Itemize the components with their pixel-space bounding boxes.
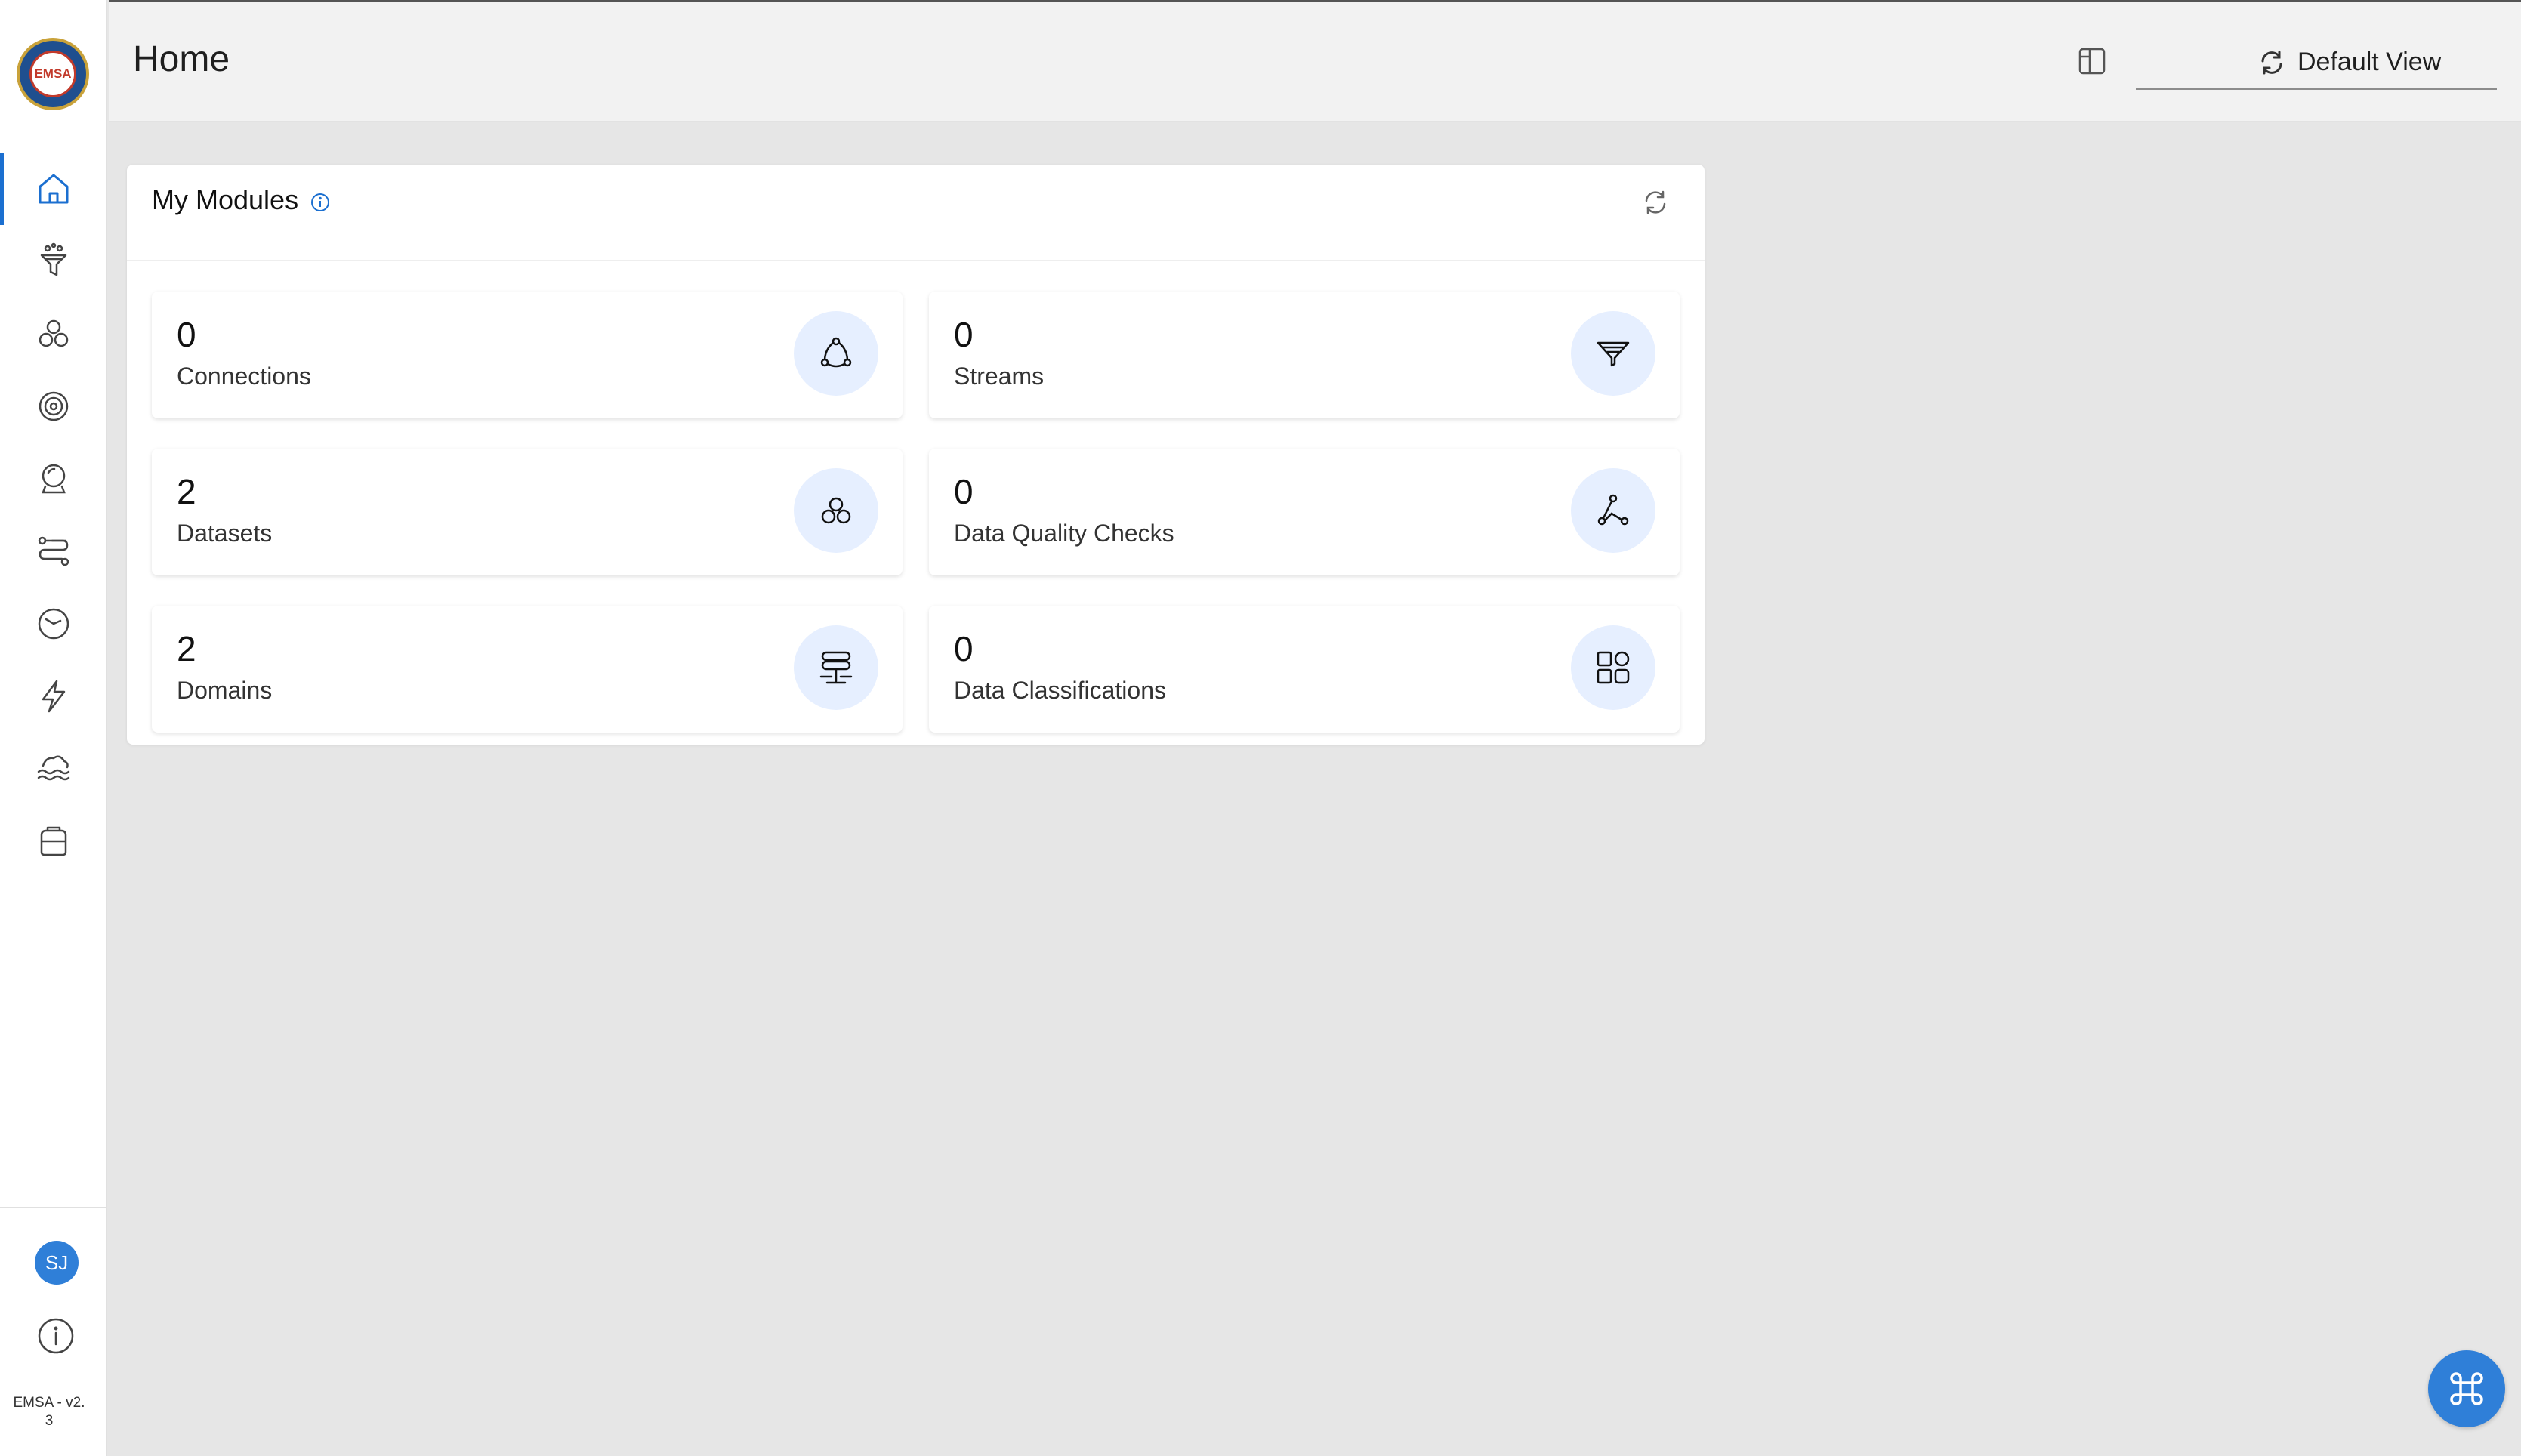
command-palette-button[interactable] <box>2428 1350 2505 1427</box>
card-title: My Modules <box>152 184 299 215</box>
sync-icon <box>2261 51 2282 75</box>
crystal-ball-icon <box>42 464 66 494</box>
user-avatar[interactable]: SJ <box>35 1241 79 1285</box>
sidebar-item-storage[interactable] <box>0 805 107 878</box>
sidebar-divider <box>0 1207 107 1208</box>
tile-icon-badge <box>794 468 878 553</box>
sidebar-item-insights[interactable] <box>0 443 107 515</box>
top-header: Home Default View <box>109 0 2521 122</box>
sidebar-item-home[interactable] <box>0 153 107 225</box>
sidebar: EMSA SJ EMSA - v2. 3 <box>0 0 107 1456</box>
my-modules-card: My Modules 0 Connections 0 Streams 2 Dat… <box>127 165 1705 745</box>
datasets-icon <box>821 497 851 524</box>
sidebar-item-events[interactable] <box>0 660 107 733</box>
view-select-value: Default View <box>2297 48 2442 76</box>
layout-panel-icon <box>2078 48 2106 75</box>
tile-label: Data Quality Checks <box>954 520 1174 547</box>
page-title: Home <box>133 39 230 79</box>
datasets-icon <box>39 319 69 347</box>
module-tile-data-classifications[interactable]: 0 Data Classifications <box>929 606 1680 733</box>
sidebar-item-settings[interactable] <box>0 370 107 443</box>
info-button[interactable] <box>35 1315 77 1357</box>
refresh-button[interactable] <box>1637 184 1674 221</box>
sidebar-item-streams[interactable] <box>0 225 107 298</box>
tile-icon-badge <box>1571 311 1655 396</box>
command-icon <box>2450 1372 2483 1405</box>
sidebar-item-data-lake[interactable] <box>0 733 107 805</box>
module-tile-streams[interactable]: 0 Streams <box>929 292 1680 418</box>
home-icon <box>39 174 69 204</box>
sidebar-item-pipelines[interactable] <box>0 515 107 588</box>
tile-count: 2 <box>177 472 196 511</box>
settings-gear-icon <box>39 391 69 421</box>
tile-label: Streams <box>954 362 1045 390</box>
tile-icon-badge <box>1571 625 1655 710</box>
module-tile-datasets[interactable]: 2 Datasets <box>152 449 903 575</box>
app-version: EMSA - v2. 3 <box>3 1394 95 1430</box>
funnel-icon <box>40 242 67 276</box>
streams-icon <box>1597 341 1630 367</box>
tile-count: 0 <box>954 315 974 354</box>
data-classifications-icon <box>1597 651 1630 684</box>
data-lake-icon <box>37 755 70 781</box>
tile-count: 2 <box>177 629 196 668</box>
sidebar-item-datasets[interactable] <box>0 298 107 370</box>
view-select[interactable]: Default View <box>2136 39 2497 90</box>
version-line-1: EMSA - v2. <box>13 1395 85 1411</box>
modules-info-icon[interactable] <box>310 192 331 213</box>
user-initials: SJ <box>45 1251 69 1274</box>
card-header: My Modules <box>127 165 1705 261</box>
domains-icon <box>819 651 853 684</box>
sidebar-item-schedules[interactable] <box>0 588 107 660</box>
module-tile-domains[interactable]: 2 Domains <box>152 606 903 733</box>
tile-label: Data Classifications <box>954 677 1166 704</box>
tile-count: 0 <box>954 629 974 668</box>
storage-icon <box>40 826 67 856</box>
emsa-logo[interactable]: EMSA <box>17 38 89 110</box>
info-icon <box>38 1318 74 1354</box>
module-tile-data-quality-checks[interactable]: 0 Data Quality Checks <box>929 449 1680 575</box>
tile-count: 0 <box>177 315 196 354</box>
tile-icon-badge <box>794 311 878 396</box>
version-line-2: 3 <box>45 1413 54 1429</box>
tile-label: Datasets <box>177 520 273 547</box>
tile-count: 0 <box>954 472 974 511</box>
lightning-icon <box>42 680 66 713</box>
clock-icon <box>38 608 69 640</box>
refresh-icon <box>1645 190 1666 214</box>
logo-text: EMSA <box>34 66 72 81</box>
logo-inner: EMSA <box>29 51 76 97</box>
module-tile-connections[interactable]: 0 Connections <box>152 292 903 418</box>
tile-icon-badge <box>794 625 878 710</box>
tile-label: Connections <box>177 362 311 390</box>
connections-icon <box>820 337 852 368</box>
tile-label: Domains <box>177 677 273 704</box>
pipeline-icon <box>38 536 69 566</box>
tile-icon-badge <box>1571 468 1655 553</box>
data-quality-icon <box>1597 494 1629 526</box>
layout-toggle-button[interactable] <box>2075 45 2109 78</box>
